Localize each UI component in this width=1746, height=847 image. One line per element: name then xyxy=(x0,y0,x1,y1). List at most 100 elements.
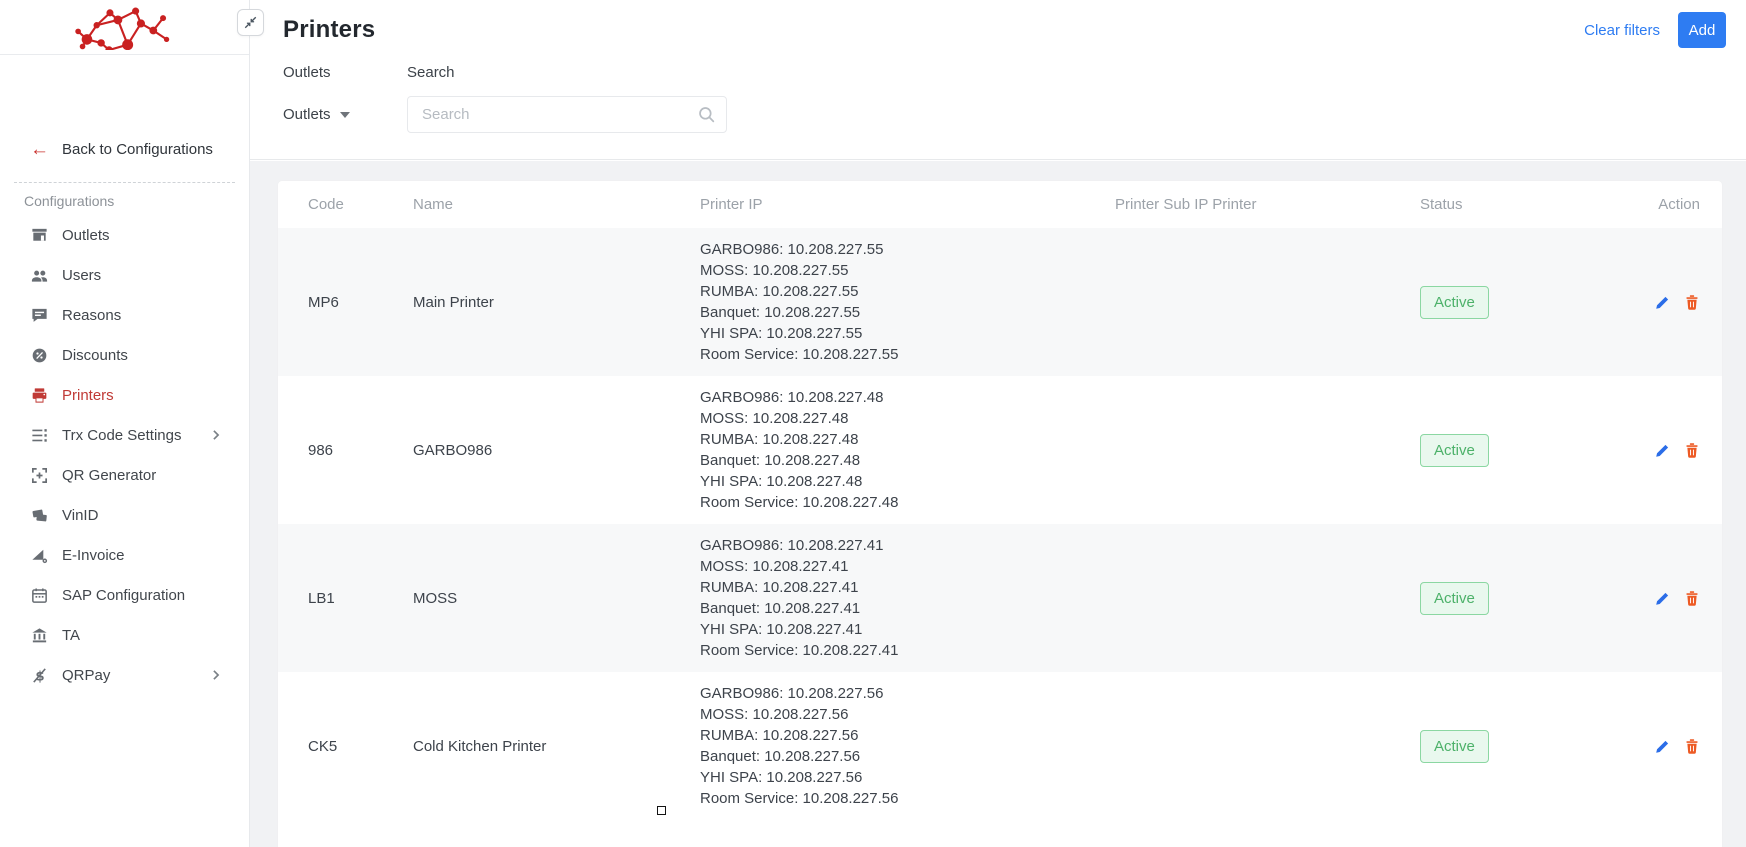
cell-code: LB1 xyxy=(308,590,413,607)
trash-icon xyxy=(1684,738,1700,755)
store-icon xyxy=(30,226,49,245)
outlets-filter-label: Outlets xyxy=(283,64,371,81)
pencil-icon xyxy=(1654,294,1671,311)
cell-code: CK5 xyxy=(308,738,413,755)
sidebar-menu: Outlets Users Reasons Discounts Printers xyxy=(0,215,249,695)
delete-button[interactable] xyxy=(1684,294,1700,311)
sidebar-item-label: SAP Configuration xyxy=(62,587,185,604)
sidebar-item-trx-code-settings[interactable]: Trx Code Settings xyxy=(0,415,249,455)
sidebar-item-qrpay[interactable]: $ QRPay xyxy=(0,655,249,695)
sidebar-item-discounts[interactable]: Discounts xyxy=(0,335,249,375)
pencil-icon xyxy=(1654,442,1671,459)
table-row: MP6 Main Printer GARBO986: 10.208.227.55… xyxy=(278,228,1722,376)
content-area: Code Name Printer IP Printer Sub IP Prin… xyxy=(250,161,1746,847)
cell-code: 986 xyxy=(308,442,413,459)
cell-code: MP6 xyxy=(308,294,413,311)
outlets-dropdown[interactable]: Outlets xyxy=(283,106,350,123)
cell-printer-ip: GARBO986: 10.208.227.41 MOSS: 10.208.227… xyxy=(700,524,1115,672)
numbered-list-icon xyxy=(30,426,49,445)
pencil-icon xyxy=(1654,590,1671,607)
sidebar-item-ta[interactable]: TA xyxy=(0,615,249,655)
trash-icon xyxy=(1684,590,1700,607)
trash-icon xyxy=(1684,442,1700,459)
collapse-arrows-icon xyxy=(243,15,258,30)
back-to-configurations-link[interactable]: ← Back to Configurations xyxy=(0,135,249,163)
delete-button[interactable] xyxy=(1684,590,1700,607)
add-button[interactable]: Add xyxy=(1678,12,1726,48)
discount-badge-icon xyxy=(30,346,49,365)
sidebar-item-sap-configuration[interactable]: SAP Configuration xyxy=(0,575,249,615)
column-header-status: Status xyxy=(1420,196,1600,213)
brand-network-logo[interactable] xyxy=(66,4,184,50)
sidebar-item-vinid[interactable]: VinID xyxy=(0,495,249,535)
table-row: CK5 Cold Kitchen Printer GARBO986: 10.20… xyxy=(278,672,1722,820)
sidebar-item-e-invoice[interactable]: E-Invoice xyxy=(0,535,249,575)
bank-icon xyxy=(30,626,49,645)
sidebar-item-qr-generator[interactable]: QR Generator xyxy=(0,455,249,495)
cell-name: MOSS xyxy=(413,590,700,607)
search-filter-label: Search xyxy=(407,64,727,81)
caret-down-icon xyxy=(340,112,350,118)
sidebar-item-printers[interactable]: Printers xyxy=(0,375,249,415)
sidebar-item-label: QRPay xyxy=(62,667,110,684)
filter-bar: Outlets Outlets Search xyxy=(283,64,1726,133)
cell-printer-ip: GARBO986: 10.208.227.56 MOSS: 10.208.227… xyxy=(700,672,1115,820)
sidebar: ← Back to Configurations Configurations … xyxy=(0,0,250,847)
sidebar-item-label: Printers xyxy=(62,387,114,404)
cell-name: Cold Kitchen Printer xyxy=(413,738,700,755)
back-arrow-icon: ← xyxy=(30,140,49,159)
sidebar-item-label: QR Generator xyxy=(62,467,156,484)
trash-icon xyxy=(1684,294,1700,311)
cell-printer-ip: GARBO986: 10.208.227.48 MOSS: 10.208.227… xyxy=(700,376,1115,524)
sidebar-item-label: TA xyxy=(62,627,80,644)
delete-button[interactable] xyxy=(1684,442,1700,459)
clear-filters-link[interactable]: Clear filters xyxy=(1584,22,1660,39)
main-content: Printers Clear filters Add Outlets Outle… xyxy=(250,0,1746,847)
table-header-row: Code Name Printer IP Printer Sub IP Prin… xyxy=(278,181,1722,228)
cell-name: GARBO986 xyxy=(413,442,700,459)
page-header: Printers Clear filters Add Outlets Outle… xyxy=(250,0,1746,160)
pencil-icon xyxy=(1654,738,1671,755)
chevron-right-icon xyxy=(209,668,223,682)
qr-crop-icon xyxy=(30,466,49,485)
cell-printer-ip: GARBO986: 10.208.227.55 MOSS: 10.208.227… xyxy=(700,228,1115,376)
column-header-code: Code xyxy=(308,196,413,213)
column-header-printer-sub-ip: Printer Sub IP Printer xyxy=(1115,196,1420,213)
status-badge: Active xyxy=(1420,434,1489,467)
sidebar-item-users[interactable]: Users xyxy=(0,255,249,295)
sidebar-divider xyxy=(14,182,235,183)
sidebar-item-outlets[interactable]: Outlets xyxy=(0,215,249,255)
sidebar-item-label: Outlets xyxy=(62,227,110,244)
cell-name: Main Printer xyxy=(413,294,700,311)
invoice-ramp-icon xyxy=(30,546,49,565)
search-icon xyxy=(697,105,716,124)
sidebar-item-label: E-Invoice xyxy=(62,547,125,564)
chat-bubble-icon xyxy=(30,306,49,325)
sidebar-item-label: Trx Code Settings xyxy=(62,427,182,444)
stray-checkbox-artifact xyxy=(657,806,666,815)
sidebar-item-label: Discounts xyxy=(62,347,128,364)
column-header-printer-ip: Printer IP xyxy=(700,196,1115,213)
back-label: Back to Configurations xyxy=(62,141,213,158)
search-input[interactable] xyxy=(407,96,727,133)
edit-button[interactable] xyxy=(1654,442,1671,459)
printer-icon xyxy=(30,386,49,405)
sidebar-collapse-button[interactable] xyxy=(237,9,264,36)
delete-button[interactable] xyxy=(1684,738,1700,755)
table-row: LB1 MOSS GARBO986: 10.208.227.41 MOSS: 1… xyxy=(278,524,1722,672)
page-title: Printers xyxy=(283,16,375,44)
edit-button[interactable] xyxy=(1654,294,1671,311)
chevron-right-icon xyxy=(209,428,223,442)
edit-button[interactable] xyxy=(1654,590,1671,607)
sidebar-item-reasons[interactable]: Reasons xyxy=(0,295,249,335)
sidebar-item-label: Users xyxy=(62,267,101,284)
column-header-name: Name xyxy=(413,196,700,213)
logo-area xyxy=(0,0,249,55)
sidebar-item-label: Reasons xyxy=(62,307,121,324)
column-header-action: Action xyxy=(1658,196,1700,213)
edit-button[interactable] xyxy=(1654,738,1671,755)
status-badge: Active xyxy=(1420,730,1489,763)
calendar-icon xyxy=(30,586,49,605)
money-off-icon: $ xyxy=(30,666,49,685)
users-icon xyxy=(30,266,49,285)
